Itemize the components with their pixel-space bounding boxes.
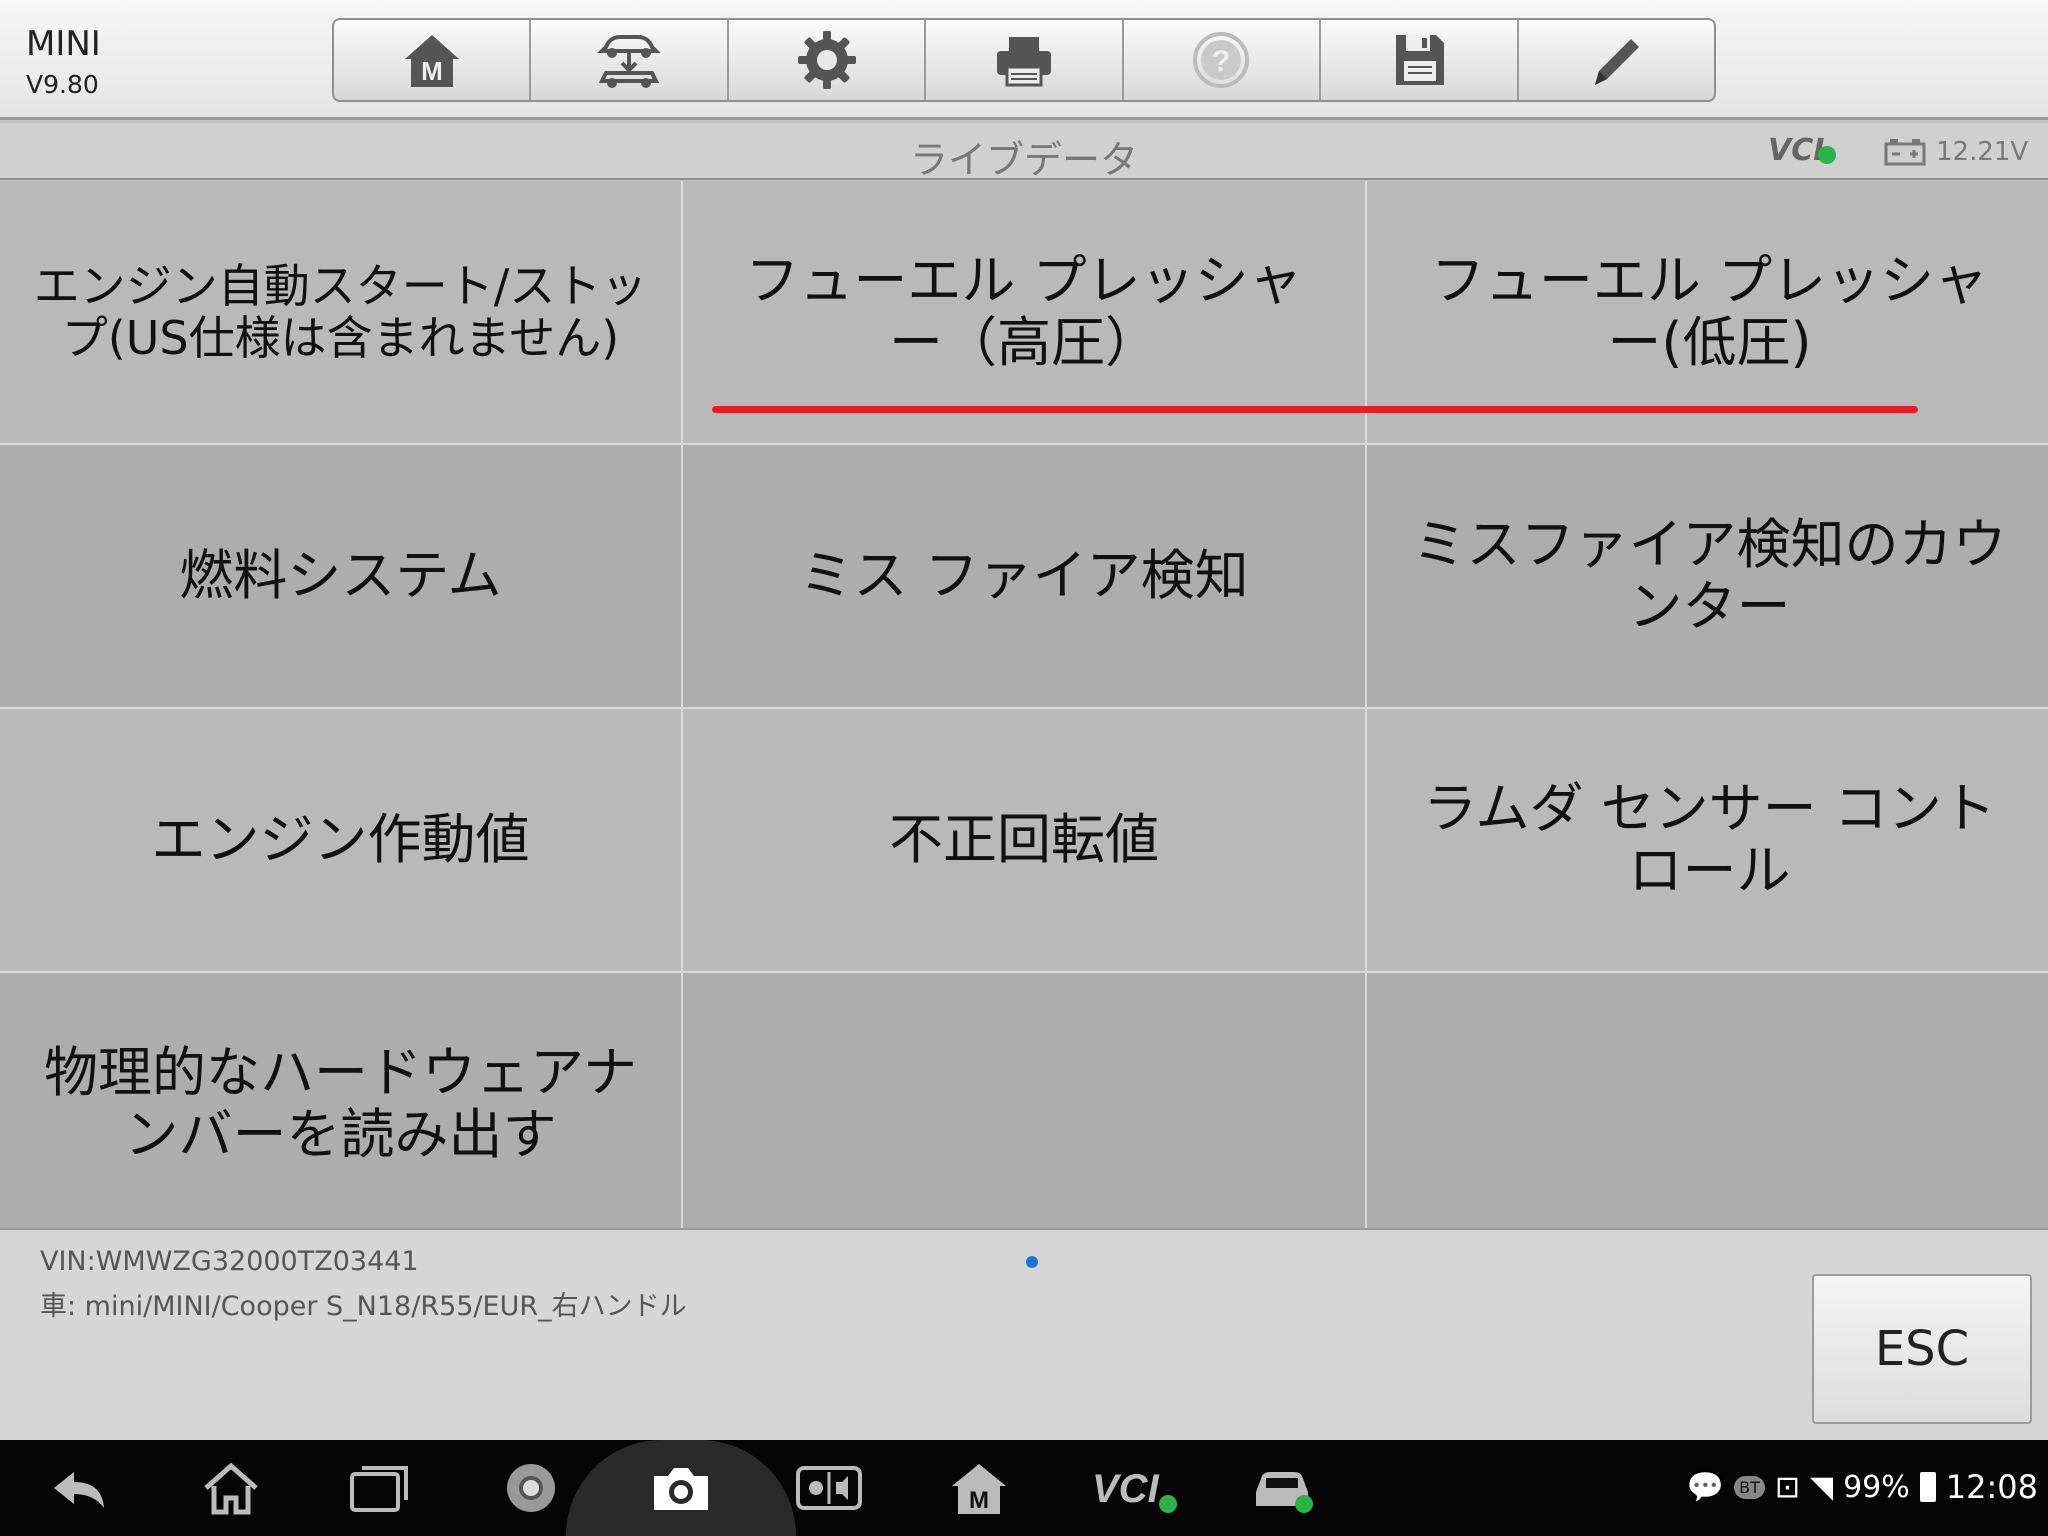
highlight-underline — [712, 406, 1918, 413]
svg-text:?: ? — [1212, 45, 1230, 78]
menu-item-fuel-pressure-low[interactable]: フューエル プレッシャー(低圧) — [1367, 181, 2048, 443]
gear-icon — [797, 31, 856, 89]
header: MINI V9.80 M ? — [0, 0, 2048, 120]
app-name: MINI — [26, 24, 101, 64]
voltage-value: 12.21V — [1936, 137, 2029, 167]
pencil-icon — [1595, 39, 1640, 85]
live-data-menu: エンジン自動スタート/ストップ(US仕様は含まれません) フューエル プレッシャ… — [0, 181, 2048, 1234]
home-m-icon: M — [952, 1464, 1006, 1514]
car-battery-icon — [1884, 139, 1926, 166]
voltage-indicator: 12.21V — [1884, 137, 2028, 167]
chrome-icon — [507, 1464, 555, 1512]
vci-status: VCI — [1768, 133, 1837, 168]
back-button[interactable] — [44, 1458, 114, 1518]
help-button[interactable]: ? — [1124, 20, 1322, 100]
system-nav-bar: M VCI 💬 BT ⊡ ◥ 99% 12:08 — [0, 1440, 2048, 1536]
network-error-icon: ⊡ — [1774, 1469, 1801, 1505]
menu-item-misfire-detection[interactable]: ミス ファイア検知 — [683, 445, 1365, 707]
toolbar: M ? — [332, 18, 1716, 102]
edit-button[interactable] — [1519, 20, 1714, 100]
printer-icon — [996, 37, 1051, 87]
menu-item-engine-values[interactable]: エンジン作動値 — [0, 709, 681, 971]
footer: VIN:WMWZG32000TZ03441 車: mini/MINI/Coope… — [0, 1228, 2048, 1440]
menu-item-fuel-system[interactable]: 燃料システム — [0, 445, 681, 707]
app-version: V9.80 — [26, 70, 99, 99]
menu-item-auto-start-stop[interactable]: エンジン自動スタート/ストップ(US仕様は含まれません) — [0, 181, 681, 443]
save-button[interactable] — [1321, 20, 1519, 100]
titlebar: ライブデータ VCI 12.21V — [0, 123, 2048, 182]
home-nav-button[interactable] — [196, 1458, 266, 1518]
battery-icon — [1919, 1472, 1936, 1502]
menu-item-empty — [1367, 973, 2048, 1234]
home-button[interactable]: M — [334, 20, 532, 100]
svg-text:M: M — [969, 1487, 989, 1514]
screenshot-button[interactable] — [646, 1458, 716, 1518]
page-title: ライブデータ — [909, 138, 1138, 182]
print-button[interactable] — [926, 20, 1124, 100]
menu-item-empty — [683, 973, 1365, 1234]
house-icon — [204, 1462, 258, 1515]
brightness-volume-icon — [796, 1466, 862, 1510]
wifi-icon: ◥ — [1810, 1469, 1834, 1505]
settings-button[interactable] — [729, 20, 927, 100]
recent-apps-icon — [350, 1466, 408, 1512]
chat-icon: 💬 — [1686, 1469, 1725, 1505]
save-icon — [1395, 35, 1444, 85]
page-indicator-dot — [1026, 1256, 1038, 1268]
camera-icon — [654, 1468, 708, 1510]
menu-item-invalid-rpm[interactable]: 不正回転値 — [683, 709, 1365, 971]
esc-button[interactable]: ESC — [1812, 1274, 2032, 1424]
maxisys-home-button[interactable]: M — [944, 1458, 1014, 1518]
help-icon: ? — [1193, 32, 1250, 88]
vci-label: VCI — [1768, 133, 1825, 168]
brightness-volume-button[interactable] — [794, 1458, 864, 1518]
menu-item-misfire-counter[interactable]: ミスファイア検知のカウンター — [1367, 445, 2048, 707]
svg-text:M: M — [421, 56, 443, 86]
menu-item-hardware-number[interactable]: 物理的なハードウェアナンバーを読み出す — [0, 973, 681, 1234]
vci-nav-label: VCI — [1092, 1467, 1160, 1511]
car-icon — [1256, 1472, 1313, 1513]
vci-icon: VCI — [1092, 1467, 1177, 1513]
battery-percent: 99% — [1843, 1469, 1910, 1505]
back-arrow-icon — [54, 1472, 104, 1508]
menu-item-fuel-pressure-high[interactable]: フューエル プレッシャー（高圧） — [683, 181, 1365, 443]
bluetooth-icon: BT — [1734, 1475, 1765, 1499]
vehicle-swap-icon — [597, 35, 661, 88]
status-bar: 💬 BT ⊡ ◥ 99% 12:08 — [1687, 1468, 2038, 1506]
vci-nav-button[interactable]: VCI — [1088, 1458, 1184, 1518]
vehicle-swap-button[interactable] — [531, 20, 729, 100]
vin-text: VIN:WMWZG32000TZ03441 — [40, 1246, 419, 1277]
browser-button[interactable] — [496, 1458, 566, 1518]
home-m-icon: M — [404, 35, 459, 87]
check-icon — [1818, 146, 1837, 164]
recents-button[interactable] — [344, 1458, 414, 1518]
clock: 12:08 — [1945, 1468, 2038, 1506]
vehicle-nav-button[interactable] — [1248, 1458, 1318, 1518]
vehicle-info: 車: mini/MINI/Cooper S_N18/R55/EUR_右ハンドル — [40, 1291, 687, 1322]
menu-item-lambda-control[interactable]: ラムダ センサー コントロール — [1367, 709, 2048, 971]
